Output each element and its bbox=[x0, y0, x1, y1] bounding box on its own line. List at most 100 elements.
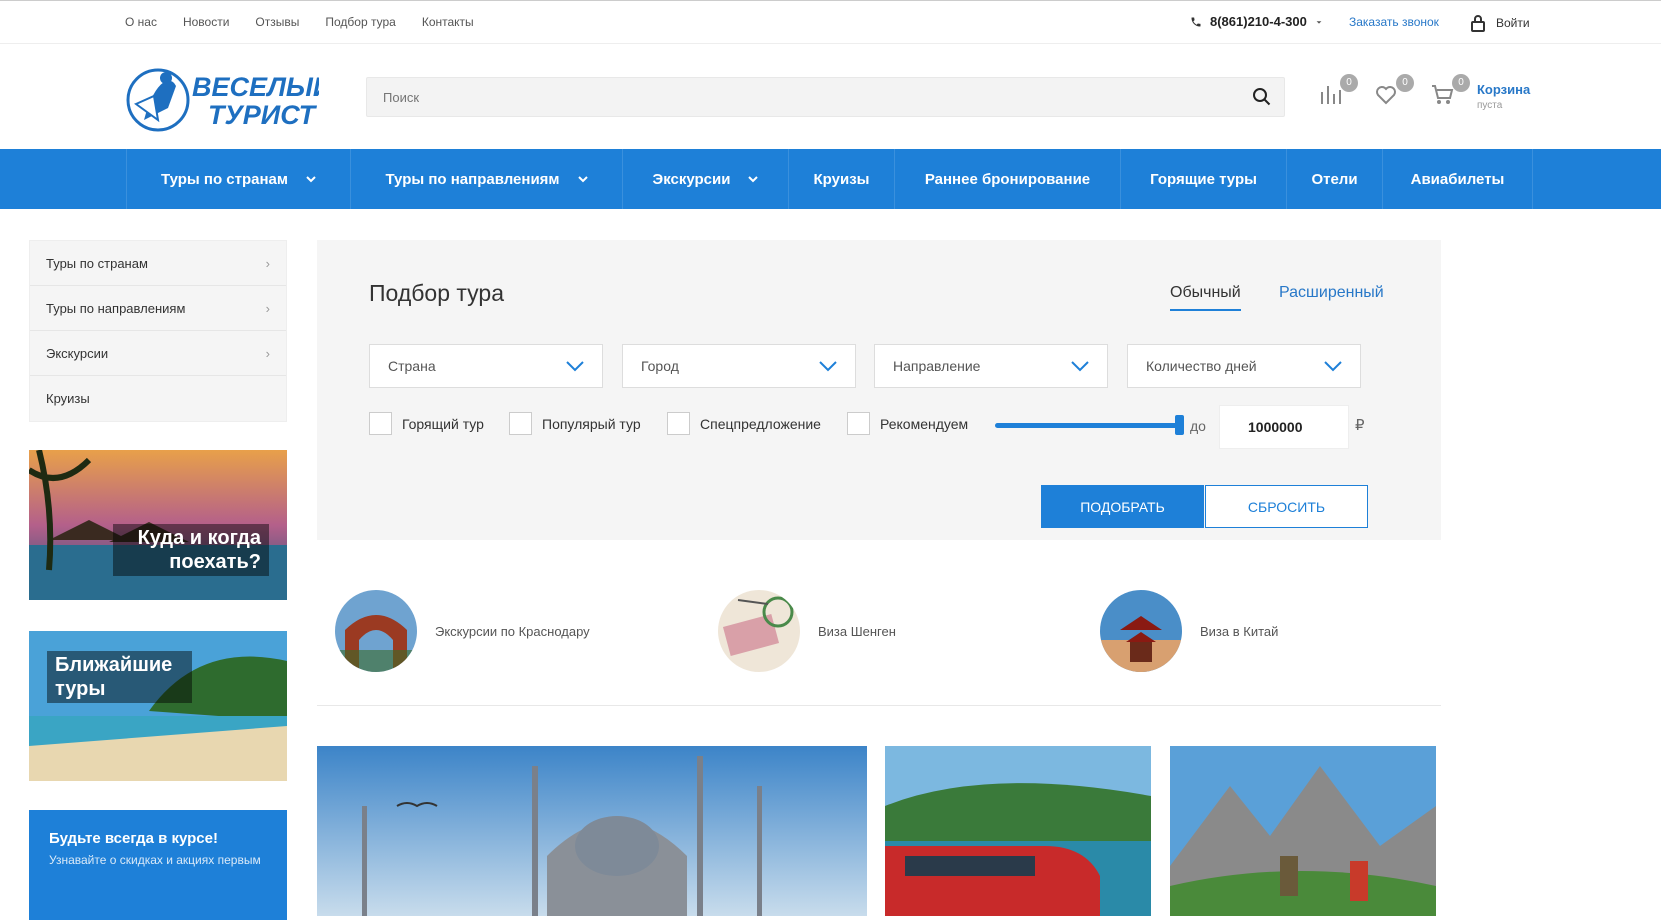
sidebar-item-label: Туры по странам bbox=[46, 255, 148, 271]
banner-title: Ближайшие туры bbox=[47, 651, 192, 703]
quicklink-label: Экскурсии по Краснодару bbox=[435, 623, 590, 639]
nav-item-early-booking[interactable]: Раннее бронирование bbox=[894, 149, 1120, 209]
nav-item-hotels[interactable]: Отели bbox=[1286, 149, 1382, 209]
nav-label: Круизы bbox=[813, 170, 870, 188]
chevron-down-icon bbox=[748, 176, 759, 183]
nav-label: Экскурсии bbox=[652, 170, 731, 188]
checkbox-box[interactable] bbox=[667, 412, 690, 435]
compare-badge: 0 bbox=[1340, 74, 1358, 92]
quicklink-image bbox=[1100, 590, 1182, 672]
top-link-reviews[interactable]: Отзывы bbox=[255, 15, 299, 29]
login-link[interactable]: Войти bbox=[1470, 14, 1530, 32]
callback-link[interactable]: Заказать звонок bbox=[1349, 15, 1439, 29]
phone-number: 8(861)210-4-300 bbox=[1210, 14, 1307, 29]
top-link-about[interactable]: О нас bbox=[125, 15, 157, 29]
sidebar-item-label: Экскурсии bbox=[46, 345, 109, 361]
divider bbox=[317, 705, 1441, 706]
chevron-down-icon bbox=[566, 361, 584, 372]
logo[interactable]: ВЕСЕЛЫЙ ТУРИСТ bbox=[124, 60, 333, 134]
cart-title: Корзина bbox=[1477, 82, 1531, 97]
checkbox-special-offer[interactable]: Спецпредложение bbox=[667, 412, 821, 435]
caret-down-icon bbox=[1316, 20, 1322, 24]
top-nav: О нас Новости Отзывы Подбор тура Контакт… bbox=[125, 15, 474, 29]
chevron-down-icon bbox=[819, 361, 837, 372]
nav-item-cruises[interactable]: Круизы bbox=[788, 149, 894, 209]
sidebar-item-tours-by-country[interactable]: Туры по странам › bbox=[30, 241, 286, 286]
promo-image-mosque bbox=[317, 746, 867, 916]
nav-label: Туры по направлениям bbox=[385, 170, 560, 188]
quicklink-image bbox=[718, 590, 800, 672]
compare-icon bbox=[1321, 86, 1341, 104]
search-icon[interactable] bbox=[1252, 87, 1272, 107]
sidebar-item-tours-by-direction[interactable]: Туры по направлениям › bbox=[30, 286, 286, 331]
top-link-contacts[interactable]: Контакты bbox=[422, 15, 474, 29]
quicklink-label: Виза в Китай bbox=[1200, 623, 1279, 639]
search-input[interactable] bbox=[367, 78, 1227, 116]
price-to-label: до bbox=[1190, 418, 1206, 434]
logo-text-line1: ВЕСЕЛЫЙ bbox=[192, 70, 319, 102]
phone-icon bbox=[1191, 17, 1201, 26]
quicklink-krasnodar[interactable]: Экскурсии по Краснодару bbox=[335, 590, 590, 672]
cart-summary[interactable]: Корзина пуста bbox=[1477, 82, 1530, 111]
nav-item-tours-by-country[interactable]: Туры по странам bbox=[126, 149, 350, 209]
days-select[interactable]: Количество дней bbox=[1127, 344, 1361, 388]
country-select[interactable]: Страна bbox=[369, 344, 603, 388]
promo-tile-bus-tours[interactable] bbox=[885, 746, 1151, 916]
banner-where-when[interactable]: Куда и когда поехать? bbox=[29, 450, 287, 600]
checkbox-box[interactable] bbox=[509, 412, 532, 435]
top-link-news[interactable]: Новости bbox=[183, 15, 229, 29]
top-link-tour-search[interactable]: Подбор тура bbox=[325, 15, 395, 29]
checkbox-hot-tour[interactable]: Горящий тур bbox=[369, 412, 484, 435]
select-value: Количество дней bbox=[1146, 358, 1257, 374]
select-value: Город bbox=[641, 358, 679, 374]
checkbox-box[interactable] bbox=[847, 412, 870, 435]
cart-icon bbox=[1432, 85, 1454, 104]
select-value: Направление bbox=[893, 358, 981, 374]
city-select[interactable]: Город bbox=[622, 344, 856, 388]
lock-icon bbox=[1471, 15, 1485, 32]
quicklink-label: Виза Шенген bbox=[818, 623, 896, 639]
quicklink-schengen[interactable]: Виза Шенген bbox=[718, 590, 896, 672]
sidebar-item-cruises[interactable]: Круизы bbox=[30, 376, 286, 421]
price-max-input[interactable]: 1000000 bbox=[1219, 405, 1349, 449]
tab-normal[interactable]: Обычный bbox=[1170, 284, 1241, 311]
checkbox-label: Рекомендуем bbox=[880, 415, 969, 432]
price-slider-handle[interactable] bbox=[1175, 415, 1184, 435]
chevron-down-icon bbox=[306, 176, 316, 183]
checkbox-label: Горящий тур bbox=[402, 415, 484, 432]
chevron-right-icon: › bbox=[265, 345, 270, 361]
nav-item-flights[interactable]: Авиабилеты bbox=[1382, 149, 1533, 209]
promo-tile-hiking[interactable] bbox=[1170, 746, 1436, 916]
promo-tile-istanbul[interactable] bbox=[317, 746, 867, 916]
direction-select[interactable]: Направление bbox=[874, 344, 1108, 388]
checkbox-recommended[interactable]: Рекомендуем bbox=[847, 412, 968, 435]
price-slider-track[interactable] bbox=[995, 423, 1180, 428]
quicklink-china-visa[interactable]: Виза в Китай bbox=[1100, 590, 1278, 672]
favorites-button[interactable]: 0 bbox=[1374, 74, 1414, 108]
top-bar: О нас Новости Отзывы Подбор тура Контакт… bbox=[0, 0, 1661, 44]
nav-item-tours-by-direction[interactable]: Туры по направлениям bbox=[350, 149, 622, 209]
reset-button[interactable]: СБРОСИТЬ bbox=[1205, 485, 1368, 528]
nav-label: Авиабилеты bbox=[1410, 170, 1505, 188]
main-nav: Туры по странам Туры по направлениям Экс… bbox=[0, 149, 1661, 209]
search-box bbox=[366, 77, 1285, 117]
logo-mark: ВЕСЕЛЫЙ ТУРИСТ bbox=[126, 68, 333, 132]
nav-label: Раннее бронирование bbox=[924, 170, 1091, 188]
tab-extended[interactable]: Расширенный bbox=[1279, 284, 1384, 302]
chevron-right-icon: › bbox=[265, 255, 270, 271]
banner-nearest-tours[interactable]: Ближайшие туры bbox=[29, 631, 287, 781]
tour-filter: Подбор тура Обычный Расширенный Страна Г… bbox=[317, 240, 1441, 540]
phone-dropdown[interactable]: 8(861)210-4-300 bbox=[1190, 14, 1323, 29]
nav-item-excursions[interactable]: Экскурсии bbox=[622, 149, 788, 209]
nav-item-hot-tours[interactable]: Горящие туры bbox=[1120, 149, 1286, 209]
sidebar-item-excursions[interactable]: Экскурсии › bbox=[30, 331, 286, 376]
submit-button[interactable]: ПОДОБРАТЬ bbox=[1041, 485, 1204, 528]
cart-button[interactable]: 0 bbox=[1430, 74, 1470, 108]
compare-button[interactable]: 0 bbox=[1318, 74, 1358, 108]
select-value: Страна bbox=[388, 358, 436, 374]
checkbox-popular-tour[interactable]: Популярый тур bbox=[509, 412, 641, 435]
checkbox-box[interactable] bbox=[369, 412, 392, 435]
chevron-down-icon bbox=[1071, 361, 1089, 372]
favorites-badge: 0 bbox=[1396, 74, 1414, 92]
promo-image-mountains bbox=[1170, 746, 1436, 916]
